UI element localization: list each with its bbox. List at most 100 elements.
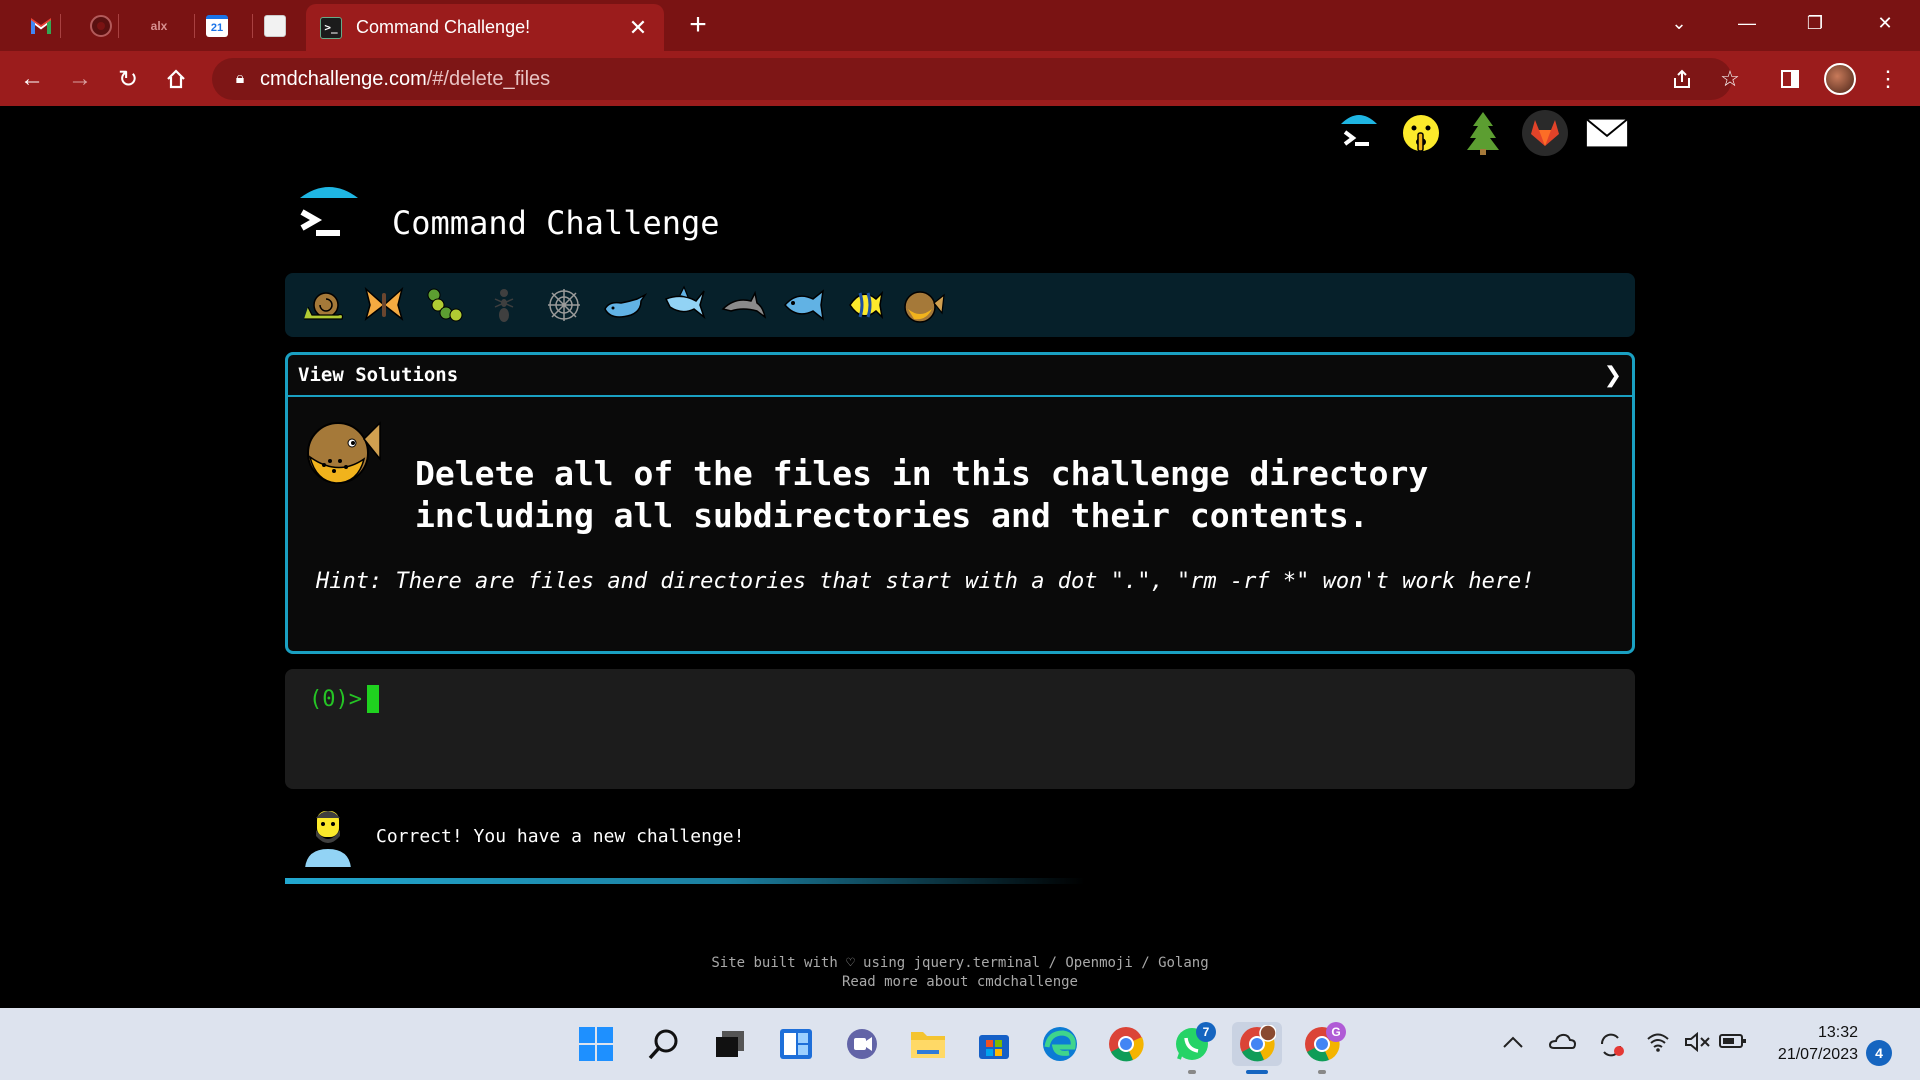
reload-button[interactable]: ↻ (110, 61, 146, 97)
volume-muted-icon[interactable] (1684, 1031, 1712, 1058)
store-icon[interactable] (972, 1022, 1016, 1066)
taskbar-clock[interactable]: 13:32 21/07/2023 (1758, 1022, 1858, 1066)
calendar-icon: 21 (206, 15, 228, 37)
shark-icon[interactable] (659, 280, 709, 330)
tree-icon[interactable] (1460, 110, 1506, 156)
footer-credits: Site built with ♡ using jquery.terminal … (711, 955, 1209, 971)
windows-taskbar: 7 G 13:32 21/07/2023 4 (0, 1008, 1920, 1080)
address-bar[interactable]: 🔒︎ cmdchallenge.com/#/delete_files (212, 58, 1732, 100)
clock-time: 13:32 (1817, 1024, 1858, 1041)
tab-command-challenge[interactable]: >_ Command Challenge! ✕ (306, 4, 664, 51)
bookmark-button[interactable]: ☆ (1712, 61, 1748, 97)
feedback-message: Correct! You have a new challenge! (300, 804, 744, 868)
edge-icon[interactable] (1038, 1022, 1082, 1066)
minimize-button[interactable]: — (1724, 8, 1770, 38)
widgets-icon[interactable] (774, 1022, 818, 1066)
chrome-g-badge: G (1326, 1022, 1346, 1042)
sync-icon[interactable] (1598, 1032, 1626, 1064)
active-indicator (1246, 1070, 1268, 1074)
butterfly-icon[interactable] (359, 280, 409, 330)
search-icon[interactable] (642, 1022, 686, 1066)
gmail-icon (31, 18, 51, 34)
caterpillar-icon[interactable] (419, 280, 469, 330)
star-icon: ☆ (1720, 66, 1740, 91)
gitlab-icon[interactable] (1522, 110, 1568, 156)
wifi-icon[interactable] (1646, 1032, 1670, 1058)
pinned-tab-gmail[interactable] (16, 8, 66, 44)
terminal-cursor (367, 685, 379, 713)
tab-separator (118, 14, 119, 38)
chevron-right-icon: ❯ (1603, 362, 1622, 388)
teams-chat-icon[interactable] (840, 1022, 884, 1066)
home-icon (167, 69, 185, 89)
progress-bar (285, 878, 1085, 884)
challenge-hint: Hint: There are files and directories th… (316, 569, 1535, 594)
terminal-prompt: (0)> (309, 687, 362, 712)
terminal-umbrella-icon[interactable] (1336, 110, 1382, 156)
arrow-right-icon: → (68, 65, 92, 92)
new-tab-button[interactable]: + (683, 10, 713, 40)
whale-icon[interactable] (599, 280, 649, 330)
footer-about-link[interactable]: Read more about cmdchallenge (0, 973, 1920, 992)
forward-button[interactable]: → (62, 61, 98, 97)
share-button[interactable] (1664, 61, 1700, 97)
close-window-button[interactable]: ✕ (1862, 8, 1908, 38)
ant-icon[interactable] (479, 280, 529, 330)
url-path: /#/delete_files (426, 67, 551, 90)
pinned-tab-calendar[interactable]: 21 (192, 8, 242, 44)
chrome-profile-icon[interactable] (1232, 1022, 1282, 1066)
challenge-badges (285, 273, 1635, 337)
home-button[interactable] (158, 61, 194, 97)
page-icon (264, 15, 286, 37)
terminal[interactable]: (0)> (285, 669, 1635, 789)
running-indicator (1318, 1070, 1326, 1074)
task-view-icon[interactable] (708, 1022, 752, 1066)
challenge-panel: View Solutions ❯ Delete all of the files… (285, 352, 1635, 654)
snail-icon[interactable] (299, 280, 349, 330)
show-hidden-icons-icon[interactable] (1502, 1032, 1524, 1055)
shushing-face-icon[interactable] (1398, 110, 1444, 156)
tropical-fish-icon[interactable] (839, 280, 889, 330)
site-footer: Site built with ♡ using jquery.terminal … (0, 954, 1920, 992)
reload-icon: ↻ (117, 65, 139, 93)
github-icon (90, 15, 112, 37)
chrome-menu-button[interactable]: ⋮ (1870, 61, 1906, 97)
clock-date: 21/07/2023 (1777, 1046, 1858, 1063)
site-logo-icon (300, 187, 358, 236)
back-button[interactable]: ← (14, 61, 50, 97)
url-host: cmdchallenge.com (260, 67, 427, 90)
fish-icon[interactable] (779, 280, 829, 330)
onedrive-icon[interactable] (1548, 1032, 1577, 1056)
file-explorer-icon[interactable] (906, 1022, 950, 1066)
envelope-icon[interactable] (1584, 110, 1630, 156)
restore-button[interactable]: ❐ (1792, 8, 1838, 38)
running-indicator (1188, 1070, 1196, 1074)
kebab-menu-icon: ⋮ (1877, 66, 1899, 91)
chrome-icon[interactable] (1104, 1022, 1148, 1066)
battery-icon[interactable] (1718, 1032, 1748, 1056)
terminal-favicon-icon: >_ (320, 16, 342, 39)
bearded-person-icon (302, 809, 354, 868)
side-panel-button[interactable] (1772, 61, 1808, 97)
share-icon (1674, 69, 1690, 88)
profile-avatar[interactable] (1824, 63, 1856, 95)
spider-web-icon[interactable] (539, 280, 589, 330)
page-content: Command Challenge View Solutions ❯ Delet… (0, 106, 1920, 1008)
blowfish-icon (307, 421, 381, 484)
browser-tabstrip: alx 21 >_ Command Challenge! ✕ + ⌄ — ❐ ✕ (0, 0, 1920, 51)
pinned-tab-alx[interactable]: alx (134, 8, 184, 44)
pinned-tab-page[interactable] (250, 8, 300, 44)
notification-count-badge[interactable]: 4 (1866, 1040, 1892, 1066)
view-solutions-label: View Solutions (298, 364, 459, 386)
blowfish-icon[interactable] (899, 280, 949, 330)
social-links (1336, 110, 1630, 156)
tab-close-icon[interactable]: ✕ (626, 15, 650, 41)
challenge-description: Delete all of the files in this challeng… (415, 454, 1429, 535)
start-icon[interactable] (574, 1022, 618, 1066)
dolphin-icon[interactable] (719, 280, 769, 330)
tab-search-dropdown-icon[interactable]: ⌄ (1656, 8, 1702, 38)
view-solutions-toggle[interactable]: View Solutions ❯ (288, 355, 1632, 397)
feedback-text: Correct! You have a new challenge! (376, 825, 745, 847)
whatsapp-badge: 7 (1196, 1022, 1216, 1042)
url-text: cmdchallenge.com/#/delete_files (260, 68, 550, 91)
